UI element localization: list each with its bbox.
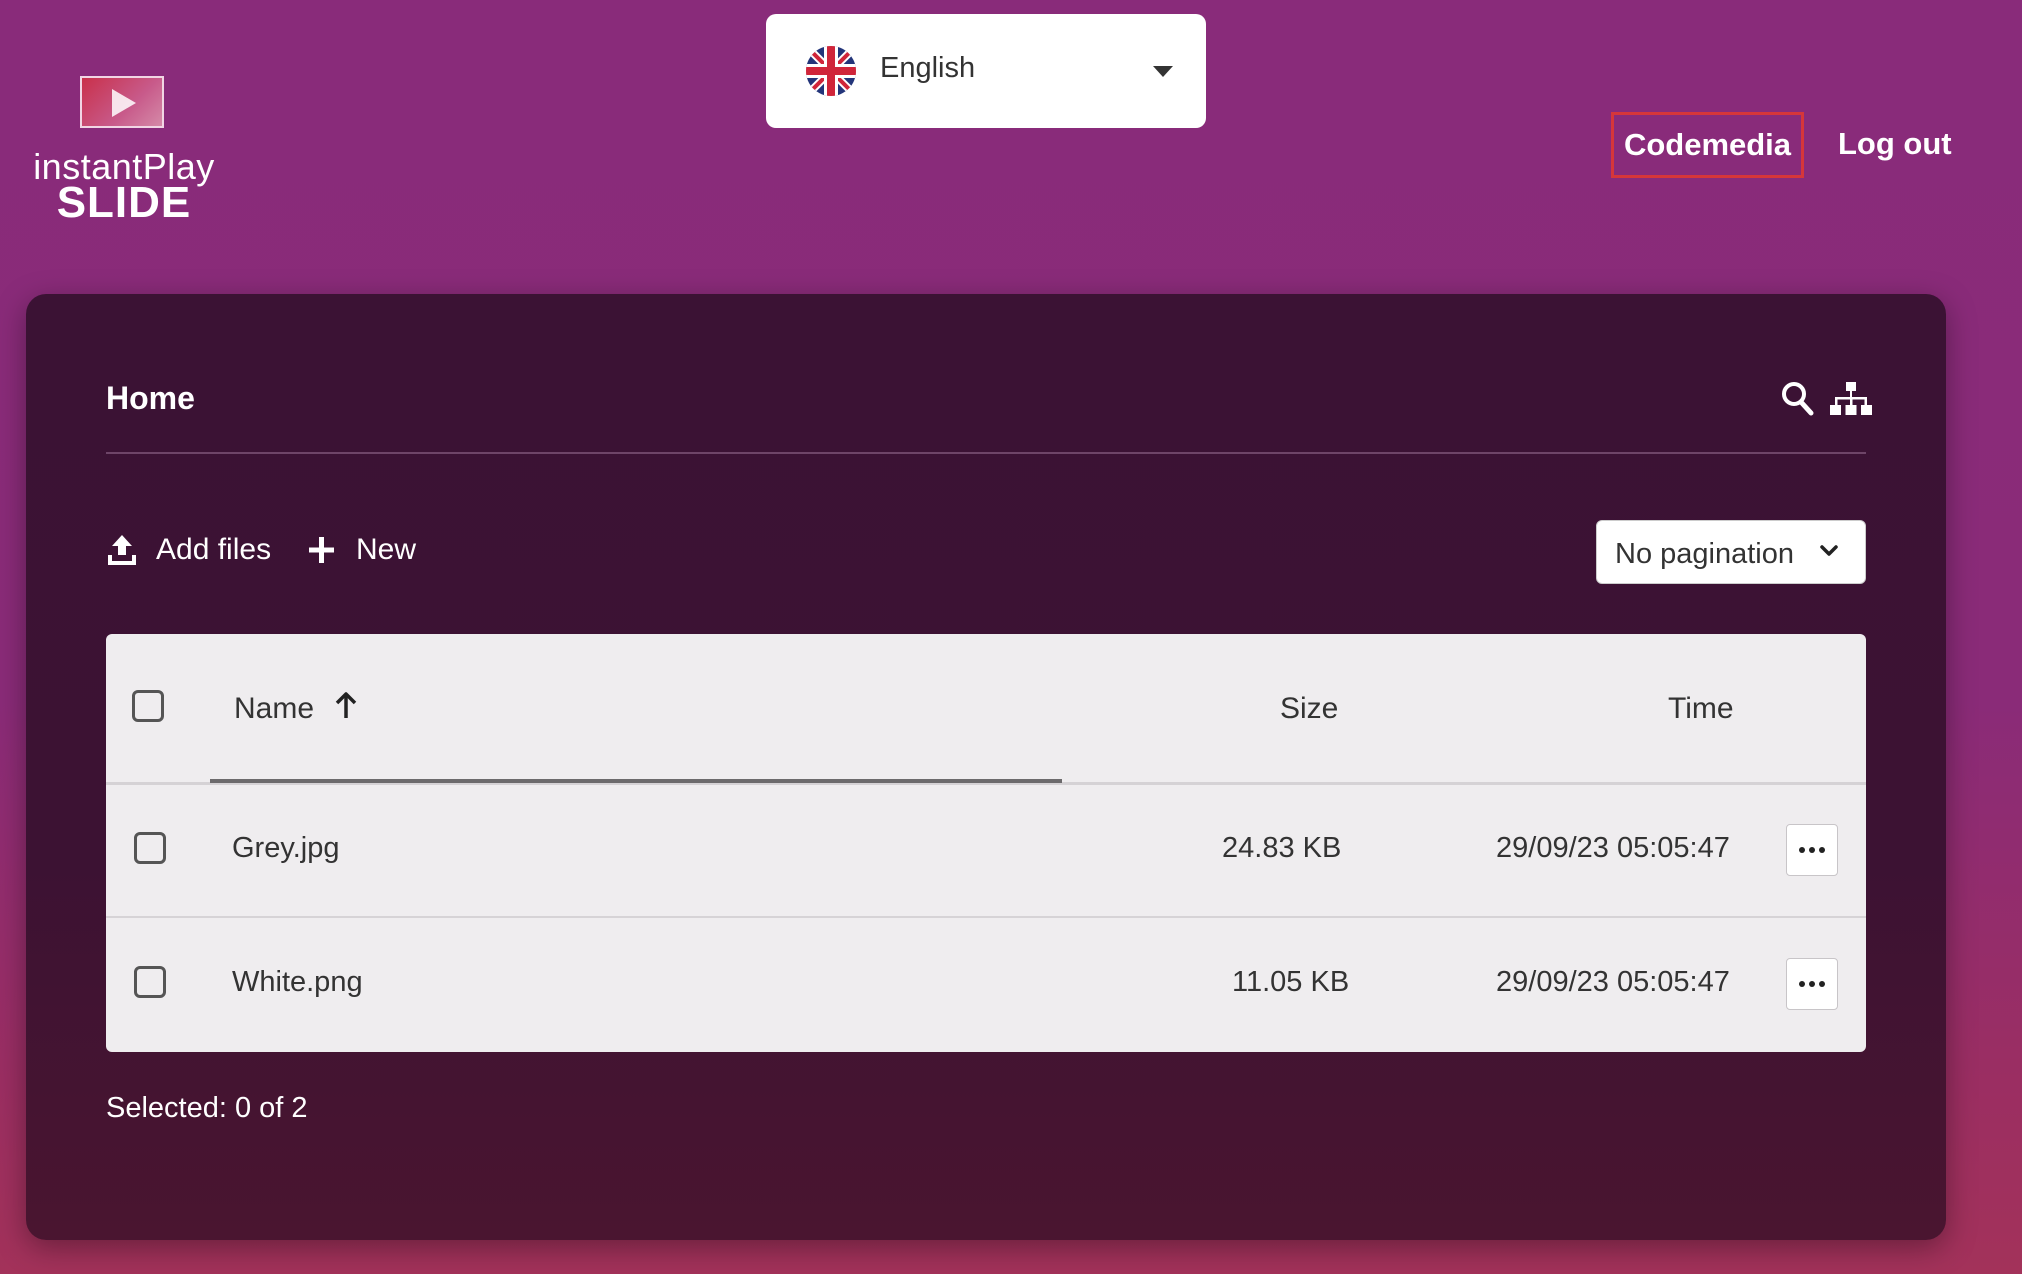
uk-flag-icon — [806, 46, 856, 96]
new-label: New — [356, 533, 417, 566]
table-row[interactable]: Grey.jpg 24.83 KB 29/09/23 05:05:47 — [106, 784, 1866, 916]
file-table: Name Size Time Grey.jpg 24.83 KB 29/09/2… — [106, 634, 1866, 1052]
row-actions-button[interactable] — [1786, 824, 1838, 876]
table-header: Name Size Time — [106, 634, 1866, 785]
sitemap-icon[interactable] — [1830, 382, 1872, 416]
header-divider — [106, 452, 1866, 454]
search-icon[interactable] — [1780, 380, 1814, 416]
file-time: 29/09/23 05:05:47 — [1496, 832, 1730, 864]
column-header-name[interactable]: Name — [234, 692, 314, 726]
breadcrumb-home[interactable]: Home — [106, 380, 195, 417]
language-select[interactable]: English — [766, 14, 1206, 128]
column-name-label: Name — [234, 692, 315, 725]
plus-icon — [309, 537, 334, 563]
select-all-checkbox[interactable] — [132, 690, 164, 722]
row-checkbox[interactable] — [134, 832, 166, 864]
file-name[interactable]: White.png — [232, 966, 363, 999]
column-header-time[interactable]: Time — [1668, 692, 1734, 726]
logout-link[interactable]: Log out — [1838, 126, 1952, 162]
selection-status: Selected: 0 of 2 — [106, 1092, 308, 1124]
upload-icon — [108, 535, 136, 565]
sort-indicator-bar — [210, 779, 1062, 783]
language-label: English — [880, 52, 976, 84]
pagination-select[interactable]: No pagination — [1596, 520, 1866, 584]
file-size: 11.05 KB — [1232, 966, 1350, 998]
row-checkbox[interactable] — [134, 966, 166, 998]
play-logo-icon — [80, 76, 164, 128]
file-time: 29/09/23 05:05:47 — [1496, 966, 1730, 998]
file-size: 24.83 KB — [1222, 832, 1342, 864]
user-account-link[interactable]: Codemedia — [1611, 112, 1804, 178]
file-name[interactable]: Grey.jpg — [232, 832, 339, 865]
add-files-button[interactable]: Add files — [106, 530, 271, 570]
caret-down-icon — [1153, 66, 1173, 77]
row-actions-button[interactable] — [1786, 958, 1838, 1010]
pagination-label: No pagination — [1615, 538, 1794, 570]
add-files-label: Add files — [156, 533, 272, 566]
table-row[interactable]: White.png 11.05 KB 29/09/23 05:05:47 — [106, 918, 1866, 1050]
logo-text-line2: SLIDE — [56, 178, 192, 227]
new-button[interactable]: New — [306, 530, 416, 570]
app-logo[interactable]: instantPlay SLIDE — [24, 74, 224, 227]
chevron-down-icon — [1820, 545, 1838, 556]
sort-ascending-icon[interactable] — [334, 690, 358, 720]
column-header-size[interactable]: Size — [1280, 692, 1338, 726]
